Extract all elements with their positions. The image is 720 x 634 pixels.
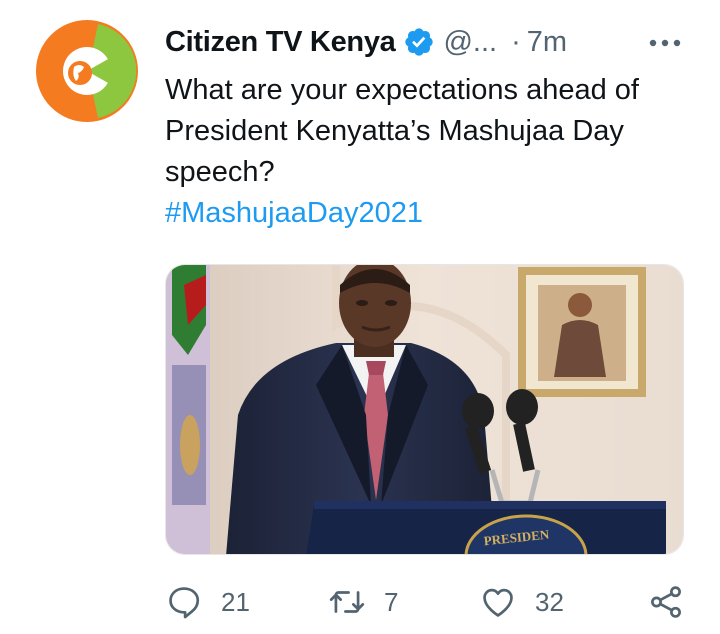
retweet-icon <box>329 591 365 613</box>
like-count: 32 <box>535 586 564 617</box>
share-icon <box>651 586 681 618</box>
reply-count: 21 <box>221 586 250 617</box>
tweet-text-line: What are your expectations ahead of <box>165 74 639 106</box>
reply-button[interactable]: 21 <box>165 580 250 624</box>
tweet-header: Citizen TV Kenya @... · 7m <box>165 22 567 62</box>
more-options-icon[interactable] <box>648 30 682 56</box>
author-handle[interactable]: @... <box>443 26 497 59</box>
tweet-image[interactable]: PRESIDEN <box>165 264 684 555</box>
retweet-button[interactable]: 7 <box>328 580 398 624</box>
tweet-text-line: speech? <box>165 156 275 188</box>
tweet-text: What are your expectations ahead of Pres… <box>165 70 700 234</box>
author-name[interactable]: Citizen TV Kenya <box>165 26 396 59</box>
reply-icon <box>169 587 200 619</box>
header-separator: · <box>511 25 521 58</box>
president-speech-photo: PRESIDEN <box>166 265 683 554</box>
tweet-timestamp[interactable]: 7m <box>527 26 567 59</box>
hashtag-link[interactable]: #MashujaaDay2021 <box>165 197 423 229</box>
tweet-text-line: President Kenyatta’s Mashujaa Day <box>165 115 624 147</box>
retweet-count: 7 <box>384 586 399 617</box>
citizen-tv-logo-icon[interactable] <box>36 20 138 122</box>
verified-badge-icon <box>405 28 434 56</box>
tweet-actions: 21 7 32 <box>165 580 695 624</box>
share-button[interactable] <box>647 580 685 624</box>
like-button[interactable]: 32 <box>479 580 564 624</box>
like-icon <box>483 588 513 617</box>
